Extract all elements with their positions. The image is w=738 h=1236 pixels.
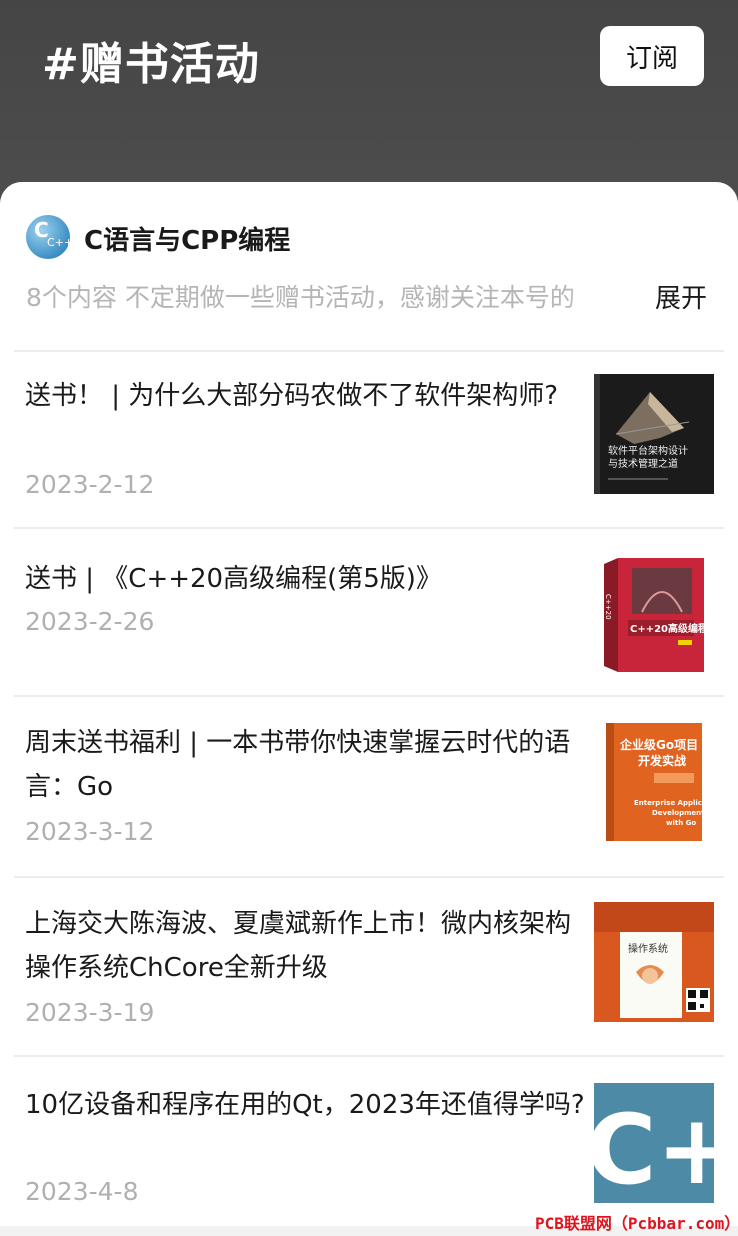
article-date: 2023-3-12 — [25, 817, 155, 846]
book-cover-software-architecture-icon: 软件平台架构设计 与技术管理之道 — [594, 374, 714, 494]
article-thumbnail[interactable]: C++ — [594, 1083, 714, 1203]
book-title-line-2: 开发实战 — [638, 753, 686, 768]
list-item[interactable]: 周末送书福利 | 一本书带你快速掌握云时代的语言：Go 2023-3-12 企业… — [14, 695, 724, 877]
avatar[interactable]: C C++ — [26, 215, 74, 259]
book-title: C++20高级编程 — [630, 622, 708, 635]
book-en-line-1: Enterprise Application — [634, 799, 714, 807]
topic-header: #赠书活动 订阅 — [0, 0, 738, 200]
description-fade — [566, 278, 626, 318]
article-title[interactable]: 10亿设备和程序在用的Qt，2023年还值得学吗? — [25, 1083, 585, 1127]
list-item[interactable]: 送书 | 《C++20高级编程(第5版)》 2023-2-26 C++20高级编… — [14, 527, 724, 697]
description-text: 8个内容 不定期做一些赠书活动，感谢关注本号的 — [26, 283, 575, 312]
svg-text:C++20: C++20 — [604, 594, 612, 620]
album-card: C C++ C语言与CPP编程 8个内容 不定期做一些赠书活动，感谢关注本号的 … — [0, 182, 738, 1226]
list-item[interactable]: 送书！ | 为什么大部分码农做不了软件架构师? 2023-2-12 软件平台架构… — [14, 350, 724, 528]
book-title-line-1: 企业级Go项目 — [619, 737, 698, 752]
book-title-line-1: 软件平台架构设计 — [608, 444, 688, 457]
article-date: 2023-4-8 — [25, 1177, 139, 1206]
page-title: #赠书活动 — [42, 39, 260, 90]
album-sheet: C C++ C语言与CPP编程 8个内容 不定期做一些赠书活动，感谢关注本号的 … — [0, 182, 738, 1236]
article-title[interactable]: 上海交大陈海波、夏虞斌新作上市！微内核架构操作系统ChCore全新升级 — [25, 902, 585, 990]
article-date: 2023-3-19 — [25, 998, 155, 1027]
book-en-line-3: with Go — [666, 819, 696, 827]
album-description: 8个内容 不定期做一些赠书活动，感谢关注本号的 — [26, 278, 626, 318]
book-cover-os-icon: 操作系统 — [594, 902, 714, 1022]
article-title[interactable]: 送书！ | 为什么大部分码农做不了软件架构师? — [25, 374, 585, 418]
book-title: 操作系统 — [628, 942, 668, 955]
cpp-logo-text: C++ — [594, 1094, 714, 1203]
book-cover-thumbnail[interactable]: 企业级Go项目 开发实战 Enterprise Application Deve… — [594, 721, 714, 841]
watermark: PCB联盟网（Pcbbar.com） — [535, 1214, 738, 1233]
article-date: 2023-2-26 — [25, 607, 155, 636]
expand-button[interactable]: 展开 — [655, 278, 707, 315]
list-item[interactable]: 10亿设备和程序在用的Qt，2023年还值得学吗? 2023-4-8 C++ — [14, 1055, 724, 1229]
book-title-line-2: 与技术管理之道 — [608, 457, 678, 470]
subscribe-button[interactable]: 订阅 — [600, 26, 704, 86]
book-cover-go-icon: 企业级Go项目 开发实战 Enterprise Application Deve… — [606, 723, 714, 841]
cpp-logo-icon: C++ — [594, 1083, 714, 1203]
avatar-subletter: C++ — [47, 236, 74, 249]
book-cover-thumbnail[interactable]: 操作系统 — [594, 902, 714, 1022]
book-cover-cpp20-icon: C++20高级编程 C++20 — [604, 558, 708, 672]
book-cover-thumbnail[interactable]: 软件平台架构设计 与技术管理之道 — [594, 374, 714, 494]
article-date: 2023-2-12 — [25, 470, 155, 499]
account-name[interactable]: C语言与CPP编程 — [84, 220, 290, 257]
list-item[interactable]: 上海交大陈海波、夏虞斌新作上市！微内核架构操作系统ChCore全新升级 2023… — [14, 876, 724, 1056]
book-cover-thumbnail[interactable]: C++20高级编程 C++20 — [594, 554, 714, 674]
book-en-line-2: Development — [652, 809, 705, 817]
article-title[interactable]: 送书 | 《C++20高级编程(第5版)》 — [25, 557, 585, 601]
article-title[interactable]: 周末送书福利 | 一本书带你快速掌握云时代的语言：Go — [25, 721, 585, 809]
